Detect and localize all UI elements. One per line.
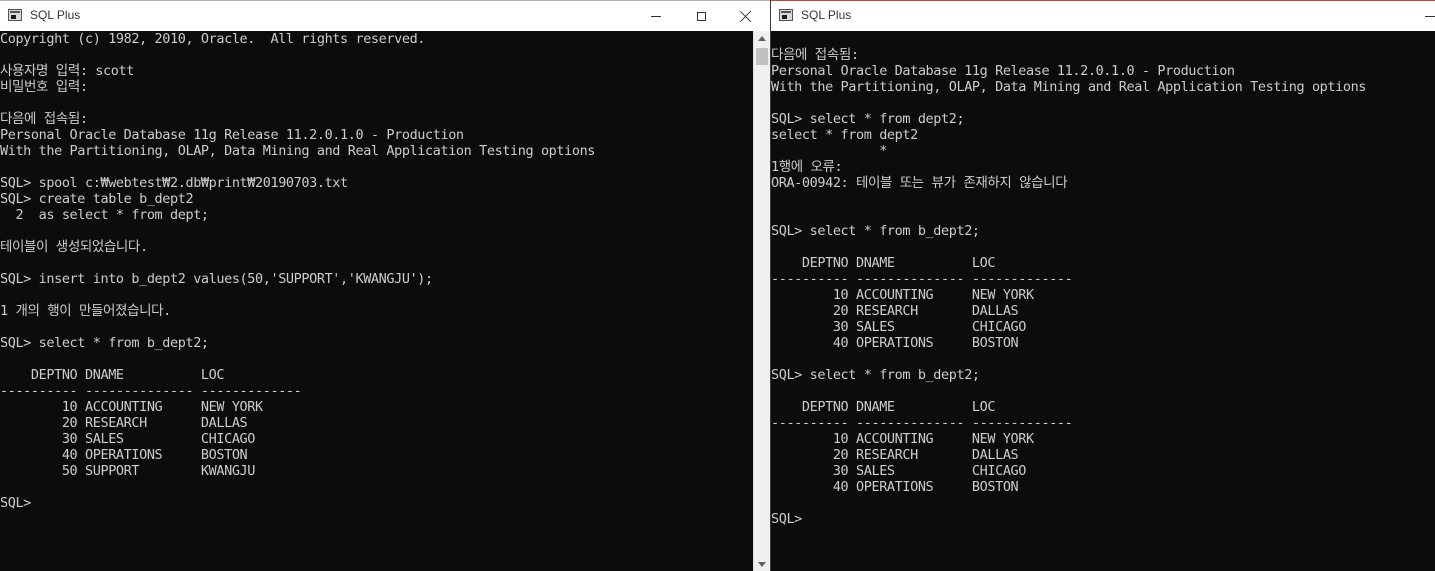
sqlplus-window-left[interactable]: SQL Plus Copyright (c) 1982, 2010, Oracl… [0,0,770,571]
console-output[interactable]: 다음에 접속됨: Personal Oracle Database 11g Rel… [771,31,1435,571]
console-line: SQL> select * from b_dept2; [771,223,980,239]
console-line: Personal Oracle Database 11g Release 11.… [771,63,1235,79]
minimize-icon [1425,15,1435,17]
console-line: SQL> spool c:₩webtest₩2.db₩print₩2019070… [0,175,348,191]
console-line: select * from dept2 [771,127,918,143]
console-line: ---------- -------------- ------------- [0,383,302,399]
console-line: SQL> [771,511,802,527]
title-bar[interactable]: SQL Plus [0,0,770,31]
console-line: 40 OPERATIONS BOSTON [0,447,248,463]
scroll-up-arrow-icon[interactable] [758,36,766,41]
console-line: 테이블이 생성되었습니다. [0,239,148,255]
console-line: With the Partitioning, OLAP, Data Mining… [0,143,596,159]
console-line: 30 SALES CHICAGO [0,431,256,447]
console-line: ---------- -------------- ------------- [771,415,1073,431]
console-line: DEPTNO DNAME LOC [0,367,225,383]
minimize-button[interactable] [633,1,679,31]
console-line: DEPTNO DNAME LOC [771,255,996,271]
console-line: 1행에 오류: [771,159,843,175]
console-line: 10 ACCOUNTING NEW YORK [771,287,1034,303]
console-line: SQL> insert into b_dept2 values(50,'SUPP… [0,271,433,287]
console-line: 10 ACCOUNTING NEW YORK [771,431,1034,447]
scroll-down-arrow-icon[interactable] [758,562,766,567]
console-line: * [771,143,887,159]
maximize-icon [696,11,706,21]
window-title: SQL Plus [801,8,852,22]
window-title: SQL Plus [30,8,81,22]
console-app-icon [779,9,793,21]
console-line: 50 SUPPORT KWANGJU [0,463,256,479]
console-line: 40 OPERATIONS BOSTON [771,335,1019,351]
console-output[interactable]: Copyright (c) 1982, 2010, Oracle. All ri… [0,31,753,571]
console-line: 30 SALES CHICAGO [771,463,1027,479]
console-app-icon [8,9,22,21]
console-line: 30 SALES CHICAGO [771,319,1027,335]
console-line: 다음에 접속됨: [0,111,88,127]
console-line: ---------- -------------- ------------- [771,271,1073,287]
console-line: SQL> select * from dept2; [771,111,965,127]
console-line: Personal Oracle Database 11g Release 11.… [0,127,464,143]
console-line: SQL> [0,495,31,511]
console-line: 20 RESEARCH DALLAS [771,447,1019,463]
console-line: SQL> select * from b_dept2; [771,367,980,383]
console-line: 1 개의 행이 만들어졌습니다. [0,303,171,319]
sqlplus-window-right[interactable]: SQL Plus 다음에 접속됨: Personal Oracle Databas… [770,0,1435,571]
console-line: ORA-00942: 테이블 또는 뷰가 존재하지 않습니다 [771,175,1068,191]
console-line: 다음에 접속됨: [771,47,859,63]
console-line: 10 ACCOUNTING NEW YORK [0,399,263,415]
close-button[interactable] [723,1,769,31]
vertical-scrollbar[interactable] [753,31,770,571]
console-line: Copyright (c) 1982, 2010, Oracle. All ri… [0,31,426,47]
console-line: With the Partitioning, OLAP, Data Mining… [771,79,1367,95]
console-line: DEPTNO DNAME LOC [771,399,996,415]
console-line: 사용자명 입력: scott [0,63,134,79]
console-line: SQL> select * from b_dept2; [0,335,209,351]
console-line: SQL> create table b_dept2 [0,191,194,207]
console-line: 비밀번호 입력: [0,79,88,95]
console-line: 20 RESEARCH DALLAS [771,303,1019,319]
console-line: 2 as select * from dept; [0,207,209,223]
title-bar[interactable]: SQL Plus [771,0,1435,31]
minimize-button[interactable] [1407,1,1435,31]
maximize-button[interactable] [678,1,724,31]
scroll-thumb[interactable] [756,48,768,65]
close-icon [740,10,752,22]
console-line: 20 RESEARCH DALLAS [0,415,248,431]
minimize-icon [651,15,661,17]
console-line: 40 OPERATIONS BOSTON [771,479,1019,495]
